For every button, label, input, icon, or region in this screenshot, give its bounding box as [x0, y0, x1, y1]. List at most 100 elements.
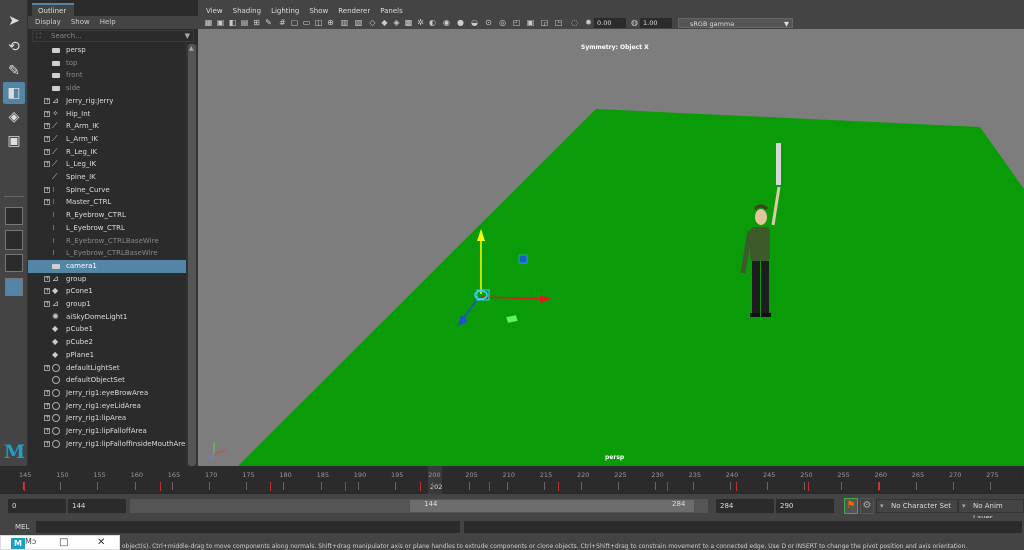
expand-icon[interactable]: + [44, 364, 50, 371]
outliner-search-field[interactable]: ⛶ Search... ▼ [32, 30, 194, 42]
xray-active-icon[interactable]: ◳ [554, 18, 563, 27]
scrollbar-thumb[interactable] [188, 44, 196, 466]
camera-attributes-icon[interactable]: ▣ [216, 18, 225, 27]
film-gate-icon[interactable]: ▢ [290, 18, 299, 27]
scroll-up-arrow-icon[interactable]: ▲ [189, 45, 194, 52]
outliner-item[interactable]: ◆ pCube2 [28, 336, 186, 349]
script-language-toggle[interactable]: MEL [6, 521, 34, 533]
x-ray-icon[interactable]: ◰ [512, 18, 521, 27]
outliner-item[interactable]: ≀ L_Eyebrow_CTRL [28, 222, 186, 235]
outliner-item[interactable]: side [28, 82, 186, 95]
isolate-select-icon[interactable]: ◎ [498, 18, 507, 27]
four-pane-layout-icon[interactable] [5, 230, 23, 250]
outliner-item[interactable]: ⟋ Spine_IK [28, 171, 186, 184]
scale-tool-icon[interactable]: ▣ [3, 130, 25, 152]
outliner-item[interactable]: ◆ pCube1 [28, 323, 186, 336]
playback-end-field[interactable]: 284 [716, 499, 774, 513]
exposure-field[interactable]: 0.00 [594, 18, 626, 28]
character-set-dropdown[interactable]: ▾ No Character Set [876, 499, 958, 513]
screen-space-ao-icon[interactable]: ◉ [442, 18, 451, 27]
viewport-menu-panels[interactable]: Panels [380, 5, 403, 17]
keyframe-marker[interactable] [270, 482, 271, 491]
outliner-item[interactable]: persp [28, 44, 186, 57]
outliner-persp-layout-icon[interactable] [5, 278, 23, 296]
use-all-lights-icon[interactable]: ✲ [416, 18, 425, 27]
x-ray-components-icon[interactable]: ◲ [540, 18, 549, 27]
outliner-item[interactable]: + ⊿ group1 [28, 298, 186, 311]
viewport-menu-shading[interactable]: Shading [233, 5, 261, 17]
resolution-gate-icon[interactable]: ▭ [302, 18, 311, 27]
outliner-item[interactable]: + ⟋ R_Arm_IK [28, 120, 186, 133]
shadows-icon[interactable]: ◐ [428, 18, 437, 27]
motion-blur-icon[interactable]: ● [456, 18, 465, 27]
expand-icon[interactable]: + [44, 135, 50, 142]
grid-icon[interactable]: # [278, 18, 287, 27]
viewport-menu-lighting[interactable]: Lighting [271, 5, 299, 17]
outliner-menu-show[interactable]: Show [71, 16, 90, 29]
smooth-shade-icon[interactable]: ◆ [380, 18, 389, 27]
outliner-item[interactable]: + ⟋ L_Arm_IK [28, 133, 186, 146]
end-time-field[interactable]: 290 [776, 499, 834, 513]
outliner-item[interactable]: + ⊿ group [28, 273, 186, 286]
outliner-item[interactable]: ≀ R_Eyebrow_CTRL [28, 209, 186, 222]
expand-icon[interactable]: + [44, 199, 50, 206]
outliner-item[interactable]: ✺ aiSkyDomeLight1 [28, 311, 186, 324]
expand-icon[interactable]: + [44, 301, 50, 307]
outliner-item[interactable]: ◆ pPlane1 [28, 349, 186, 362]
outliner-item[interactable]: + Jerry_rig1:lipFalloffInsideMouthArea [28, 438, 190, 451]
outliner-item[interactable]: + ✧ Hip_Int [28, 108, 186, 121]
outliner-item[interactable]: + Jerry_rig1:lipArea [28, 412, 186, 425]
grease-pencil-icon[interactable]: ✎ [264, 18, 273, 27]
depth-of-field-icon[interactable]: ⊙ [484, 18, 493, 27]
gate-mask-icon[interactable]: ◫ [314, 18, 323, 27]
keyframe-marker[interactable] [808, 482, 809, 491]
outliner-item[interactable]: top [28, 57, 186, 70]
lasso-tool-icon[interactable]: ⟲ [3, 36, 25, 58]
expand-icon[interactable]: + [44, 402, 50, 409]
expand-icon[interactable]: + [44, 275, 50, 282]
bookmark-icon[interactable]: ◧ [228, 18, 237, 27]
outliner-item[interactable]: ≀ R_Eyebrow_CTRLBaseWire [28, 235, 186, 248]
expand-icon[interactable]: + [44, 186, 50, 193]
range-slider-handle[interactable] [410, 500, 694, 512]
expand-icon[interactable]: + [44, 288, 50, 295]
expand-icon[interactable]: + [44, 148, 50, 155]
outliner-item[interactable]: + Jerry_rig1:lipFalloffArea [28, 425, 186, 438]
safe-title-icon[interactable]: ▧ [354, 18, 363, 27]
expand-icon[interactable]: + [44, 415, 50, 422]
outliner-item[interactable]: defaultObjectSet [28, 374, 186, 387]
anti-aliasing-icon[interactable]: ◒ [470, 18, 479, 27]
color-space-dropdown[interactable]: sRGB gamma ▼ [678, 18, 793, 28]
outliner-item[interactable]: + ◆ pCone1 [28, 285, 186, 298]
expand-icon[interactable]: + [44, 123, 50, 130]
outliner-item[interactable]: ≀ L_Eyebrow_CTRLBaseWire [28, 247, 186, 260]
keyframe-marker[interactable] [878, 482, 879, 491]
cube-object[interactable] [518, 254, 528, 264]
expand-icon[interactable]: + [44, 389, 50, 396]
safe-action-icon[interactable]: ▥ [340, 18, 349, 27]
keyframe-marker[interactable] [489, 482, 490, 491]
expand-icon[interactable]: + [44, 110, 50, 117]
field-chart-icon[interactable]: ⊕ [326, 18, 335, 27]
x-ray-joints-icon[interactable]: ▣ [526, 18, 535, 27]
2d-pan-zoom-icon[interactable]: ⊞ [252, 18, 261, 27]
exposure-icon[interactable]: ✹ [584, 18, 593, 27]
outliner-item[interactable]: + ≀ Spine_Curve [28, 184, 186, 197]
perspective-viewport[interactable]: Symmetry: Object X persp [198, 29, 1024, 466]
anim-layer-dropdown[interactable]: ▾ No Anim Layer [958, 499, 1024, 522]
select-camera-icon[interactable]: ▦ [204, 18, 213, 27]
keyframe-marker[interactable] [558, 482, 559, 491]
expand-icon[interactable]: + [44, 97, 50, 104]
wireframe-on-shaded-icon[interactable]: ◈ [392, 18, 401, 27]
outliner-item[interactable]: + ⊿ Jerry_rig:Jerry [28, 95, 186, 108]
move-tool-icon[interactable]: ◧ [3, 82, 25, 104]
keyframe-marker[interactable] [24, 482, 25, 491]
select-tool-icon[interactable]: ➤ [3, 10, 25, 32]
outliner-item[interactable]: camera1 [28, 259, 186, 273]
time-slider[interactable]: 202 145 150 155 160 165 170 175 180 185 190 195 200… [0, 466, 1024, 494]
textured-icon[interactable]: ▩ [404, 18, 413, 27]
viewport-menu-view[interactable]: View [206, 5, 223, 17]
close-icon[interactable]: ✕ [97, 536, 105, 550]
command-input[interactable] [36, 521, 460, 533]
ground-plane[interactable] [238, 109, 1024, 466]
